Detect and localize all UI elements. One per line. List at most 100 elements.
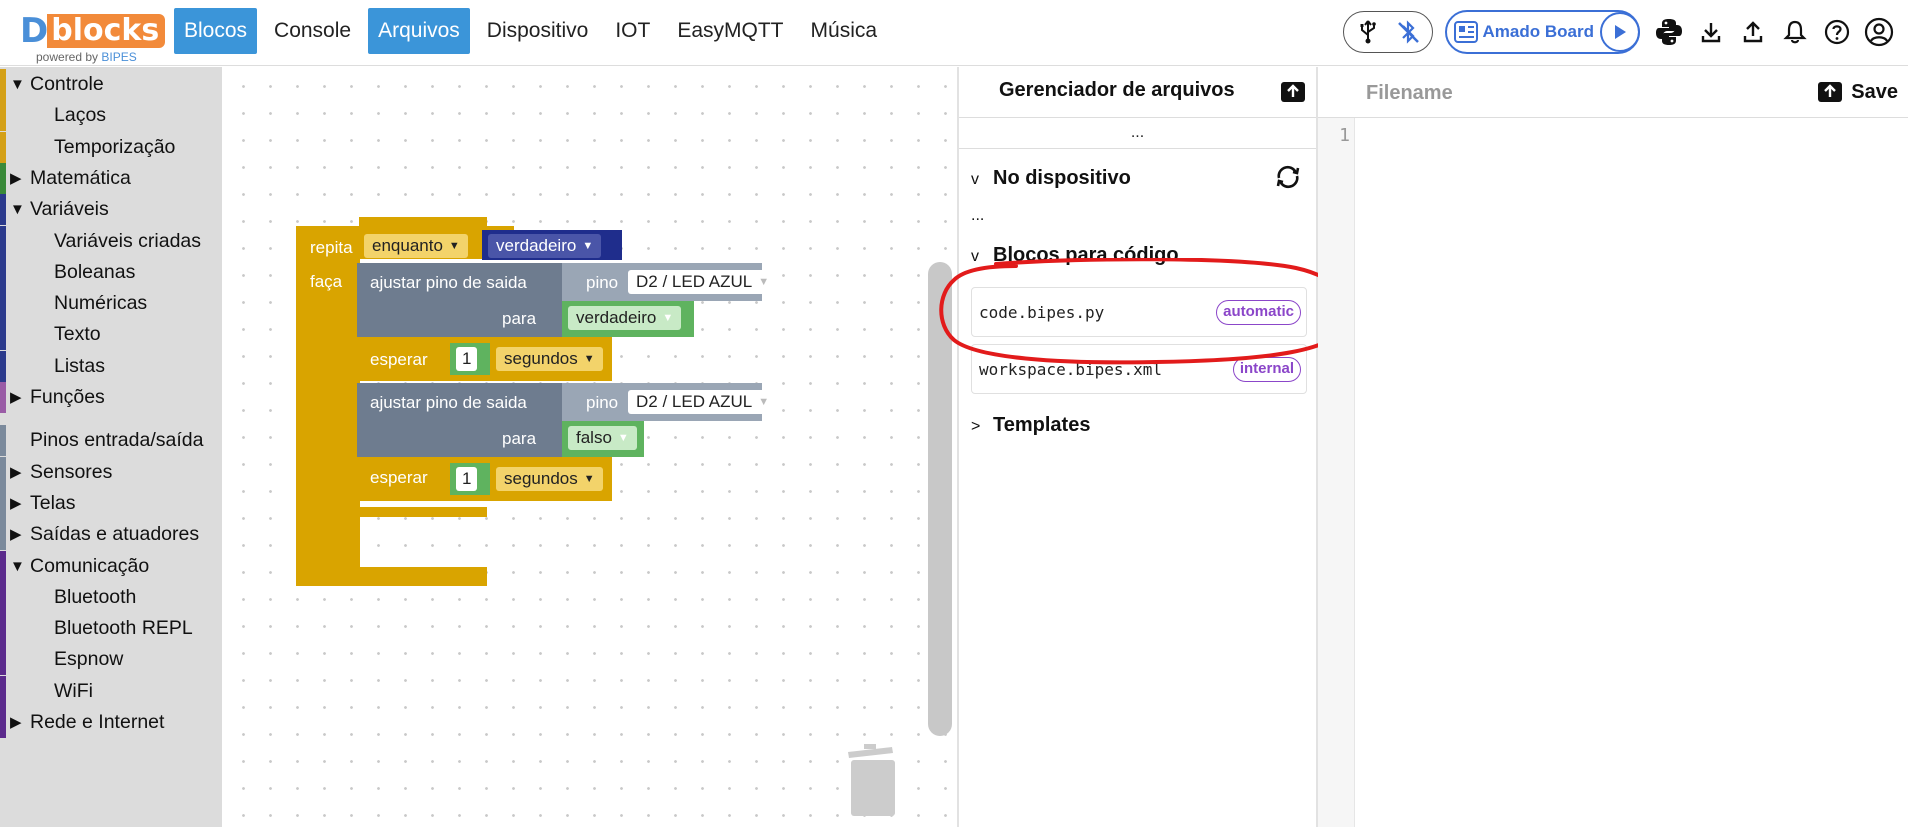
bipes-logo[interactable]: D blocks powered by BIPES bbox=[20, 11, 166, 66]
bluetooth-off-icon[interactable] bbox=[1388, 12, 1428, 52]
upload-file-icon[interactable] bbox=[1279, 79, 1307, 105]
category-color-bar bbox=[0, 100, 6, 132]
expand-right-icon: ▶ bbox=[10, 494, 22, 512]
category-item[interactable]: ▶ Rede e Internet bbox=[0, 707, 222, 738]
category-color-bar bbox=[0, 162, 6, 194]
category-subitem[interactable]: Bluetooth bbox=[0, 581, 222, 613]
logo-powered-by: powered by BIPES bbox=[36, 50, 137, 64]
tab-musica[interactable]: Música bbox=[801, 8, 888, 54]
category-item[interactable]: ▶ Funções bbox=[0, 382, 222, 413]
category-label: Bluetooth REPL bbox=[54, 617, 193, 640]
chevron-down-icon: v bbox=[971, 248, 979, 265]
category-subitem[interactable]: Numéricas bbox=[0, 288, 222, 320]
wait-unit-dropdown-1[interactable]: segundos ▼ bbox=[496, 347, 603, 371]
wait-amount-1[interactable]: 1 bbox=[456, 347, 478, 371]
value-dropdown-2[interactable]: falso ▼ bbox=[568, 426, 637, 450]
category-subitem[interactable]: Espnow bbox=[0, 644, 222, 676]
workspace-scrollbar[interactable] bbox=[928, 262, 952, 736]
category-label: Comunicação bbox=[30, 554, 150, 577]
chevron-down-icon: ▼ bbox=[583, 353, 595, 365]
expand-down-icon: ▼ bbox=[10, 557, 25, 575]
save-button[interactable]: Save bbox=[1817, 77, 1898, 107]
category-color-bar bbox=[0, 707, 6, 738]
category-item[interactable]: ▼ Variáveis bbox=[0, 194, 222, 226]
category-subitem[interactable]: Listas bbox=[0, 350, 222, 382]
run-button[interactable] bbox=[1600, 12, 1640, 52]
expand-right-icon: ▶ bbox=[10, 389, 22, 406]
file-item[interactable]: code.bipes.py automatic bbox=[971, 287, 1307, 337]
section-blocks-to-code[interactable]: v Blocos para código bbox=[971, 244, 1179, 267]
pin-dropdown-2[interactable]: D2 / LED AZUL ▼ bbox=[628, 390, 778, 414]
wait-amount-2[interactable]: 1 bbox=[456, 467, 478, 491]
category-label: Laços bbox=[54, 104, 107, 127]
tab-blocos[interactable]: Blocos bbox=[174, 8, 258, 54]
tab-easymqtt[interactable]: EasyMQTT bbox=[667, 8, 793, 54]
set-pin-label-2: ajustar pino de saida bbox=[370, 393, 527, 412]
pin-value-2: D2 / LED AZUL bbox=[636, 392, 753, 411]
repeat-mode-dropdown[interactable]: enquanto ▼ bbox=[364, 234, 468, 258]
category-subitem[interactable]: WiFi bbox=[0, 675, 222, 707]
filename-input[interactable] bbox=[1366, 77, 1746, 109]
chevron-down-icon: v bbox=[971, 171, 979, 188]
editor-text-area[interactable] bbox=[1356, 118, 1908, 827]
category-color-bar bbox=[0, 256, 6, 288]
bell-icon[interactable] bbox=[1774, 10, 1816, 54]
category-item[interactable]: ▼ Controle bbox=[0, 69, 222, 100]
category-item[interactable]: ▶ Telas bbox=[0, 487, 222, 519]
category-label: Boleanas bbox=[54, 260, 136, 283]
category-color-bar bbox=[0, 644, 6, 676]
download-icon[interactable] bbox=[1690, 10, 1732, 54]
category-color-bar bbox=[0, 487, 6, 519]
trash-icon[interactable] bbox=[843, 737, 899, 819]
section-on-device[interactable]: v No dispositivo bbox=[971, 167, 1131, 190]
tab-dispositivo[interactable]: Dispositivo bbox=[477, 8, 599, 54]
tab-arquivos[interactable]: Arquivos bbox=[368, 8, 470, 54]
category-item[interactable]: ▶ Saídas e atuadores bbox=[0, 519, 222, 551]
board-selector[interactable]: Amado Board bbox=[1444, 10, 1640, 54]
category-subitem[interactable]: Bluetooth REPL bbox=[0, 613, 222, 645]
chevron-right-icon: > bbox=[971, 418, 981, 435]
blocks-workspace[interactable]: repita enquanto ▼ verdadeiro ▼ faça ajusta… bbox=[222, 67, 1121, 827]
python-icon[interactable] bbox=[1648, 10, 1690, 54]
category-color-bar bbox=[0, 675, 6, 707]
tab-console[interactable]: Console bbox=[264, 8, 361, 54]
save-icon bbox=[1818, 82, 1843, 102]
file-manager-title: Gerenciador de arquivos bbox=[999, 79, 1235, 101]
file-manager-path[interactable]: ... bbox=[959, 124, 1316, 142]
line-number: 1 bbox=[1339, 125, 1350, 146]
account-icon[interactable] bbox=[1858, 10, 1900, 54]
pin-dropdown-1[interactable]: D2 / LED AZUL ▼ bbox=[628, 270, 778, 294]
category-subitem[interactable]: Temporização bbox=[0, 131, 222, 163]
upload-icon[interactable] bbox=[1732, 10, 1774, 54]
category-subitem[interactable]: Boleanas bbox=[0, 256, 222, 288]
value-dropdown-1[interactable]: verdadeiro ▼ bbox=[568, 306, 682, 330]
play-icon bbox=[1615, 25, 1626, 39]
section-templates[interactable]: > Templates bbox=[971, 414, 1090, 437]
category-subitem[interactable]: Texto bbox=[0, 319, 222, 351]
divider bbox=[959, 148, 1316, 149]
category-subitem[interactable]: Variáveis criadas bbox=[0, 225, 222, 257]
category-item[interactable]: ▶ Matemática bbox=[0, 162, 222, 194]
file-item[interactable]: workspace.bipes.xml internal bbox=[971, 344, 1307, 394]
repeat-keyword: repita bbox=[310, 238, 353, 257]
main-tabs: Blocos Console Arquivos Dispositivo IOT … bbox=[174, 8, 894, 54]
category-item[interactable]: ▶ Sensores bbox=[0, 456, 222, 488]
wait-unit-dropdown-2[interactable]: segundos ▼ bbox=[496, 467, 603, 491]
tab-iot[interactable]: IOT bbox=[605, 8, 660, 54]
chevron-down-icon: ▼ bbox=[583, 473, 595, 485]
usb-icon[interactable] bbox=[1348, 12, 1388, 52]
block-category-toolbox: ▼ Controle Laços Temporização ▶ Matemática ▼ Va… bbox=[0, 67, 222, 827]
pin-label-1: pino bbox=[586, 273, 619, 292]
category-item[interactable]: ▼ Comunicação bbox=[0, 550, 222, 582]
category-label: Pinos entrada/saída bbox=[30, 429, 204, 452]
refresh-icon[interactable] bbox=[1273, 162, 1303, 192]
repeat-mode-value: enquanto bbox=[372, 236, 443, 255]
category-item[interactable]: Pinos entrada/saída bbox=[0, 425, 222, 457]
condition-dropdown[interactable]: verdadeiro ▼ bbox=[488, 234, 602, 258]
wait-label-1: esperar bbox=[370, 350, 428, 369]
category-subitem[interactable]: Laços bbox=[0, 100, 222, 132]
connection-selector bbox=[1342, 11, 1433, 53]
help-icon[interactable] bbox=[1816, 10, 1858, 54]
editor-header: Save bbox=[1318, 67, 1908, 118]
category-color-bar bbox=[0, 550, 6, 582]
